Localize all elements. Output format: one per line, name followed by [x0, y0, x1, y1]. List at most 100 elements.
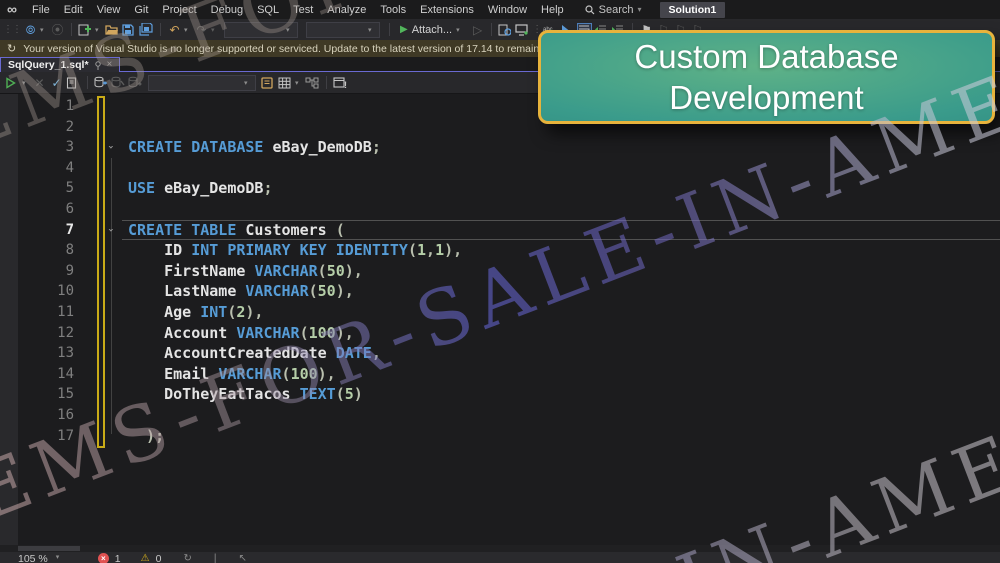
- new-project-button[interactable]: [78, 23, 93, 36]
- query-options-button[interactable]: !: [333, 76, 348, 89]
- estimated-plan-button[interactable]: [305, 77, 320, 89]
- start-attach-button[interactable]: ▶ Attach... ▾: [400, 24, 464, 36]
- code-text: Email VARCHAR(100),: [128, 364, 336, 383]
- menu-help[interactable]: Help: [534, 4, 571, 16]
- results-to-grid-button[interactable]: [278, 77, 293, 89]
- search-icon: [585, 4, 595, 14]
- undo-caret-icon[interactable]: ▾: [184, 26, 192, 34]
- code-line-9[interactable]: 9 FirstName VARCHAR(50),: [0, 261, 1000, 282]
- zoom-level[interactable]: 105 %: [18, 553, 48, 563]
- error-count[interactable]: 1: [115, 553, 121, 563]
- code-lines: 1 2 3 › CREATE DATABASE eBay_DemoDB; 4 5 USE eB…: [0, 96, 1000, 446]
- menu-tools[interactable]: Tools: [373, 4, 413, 16]
- new-project-caret-icon[interactable]: ▾: [95, 26, 103, 34]
- line-number: 2: [65, 118, 74, 135]
- code-line-10[interactable]: 10 LastName VARCHAR(50),: [0, 281, 1000, 302]
- code-text: );: [128, 426, 165, 445]
- tab-label: SqlQuery_1.sql*: [8, 59, 89, 71]
- code-line-15[interactable]: 15 DoTheyEatTacos TEXT(5): [0, 384, 1000, 405]
- parse-query-button[interactable]: ✓: [49, 74, 64, 92]
- zoom-caret-icon[interactable]: ▾: [56, 553, 64, 561]
- code-editor[interactable]: 1 2 3 › CREATE DATABASE eBay_DemoDB; 4 5 USE eB…: [0, 94, 1000, 545]
- code-line-7[interactable]: 7 › CREATE TABLE Customers (: [0, 219, 1000, 241]
- menu-file[interactable]: File: [25, 4, 57, 16]
- menu-extensions[interactable]: Extensions: [413, 4, 481, 16]
- menu-sql[interactable]: SQL: [250, 4, 286, 16]
- menu-debug[interactable]: Debug: [204, 4, 250, 16]
- navigate-back-button[interactable]: ⦾: [23, 21, 38, 39]
- disconnect-database-button[interactable]: [111, 76, 126, 89]
- configuration-dropdown[interactable]: ▾: [224, 21, 298, 38]
- code-line-5[interactable]: 5 USE eBay_DemoDB;: [0, 178, 1000, 199]
- menu-view[interactable]: View: [90, 4, 128, 16]
- menu-analyze[interactable]: Analyze: [320, 4, 373, 16]
- title-bar: ∞ File Edit View Git Project Debug SQL Test Anal…: [0, 0, 1000, 19]
- collapse-chevron-icon[interactable]: ›: [104, 224, 116, 236]
- execute-query-button[interactable]: [5, 76, 20, 89]
- open-query-file-button[interactable]: [66, 76, 81, 89]
- fold-gutter: [74, 405, 128, 426]
- open-file-button[interactable]: [105, 24, 120, 36]
- search-control[interactable]: Search ▾: [585, 4, 646, 16]
- menu-git[interactable]: Git: [127, 4, 155, 16]
- code-text: USE eBay_DemoDB;: [128, 179, 273, 198]
- code-line-17[interactable]: 17 );: [0, 426, 1000, 447]
- new-query-button[interactable]: [261, 76, 276, 89]
- undo-button[interactable]: ↶: [167, 21, 182, 39]
- line-number: 6: [65, 200, 74, 217]
- database-selector-dropdown[interactable]: ▾: [148, 74, 256, 91]
- display-monitor-button[interactable]: [515, 23, 530, 36]
- play-icon: ▶: [400, 24, 408, 35]
- code-line-16[interactable]: 16: [0, 405, 1000, 426]
- menu-window[interactable]: Window: [481, 4, 534, 16]
- line-number: 13: [57, 345, 74, 362]
- fold-gutter: [74, 261, 128, 282]
- collapse-chevron-icon[interactable]: ›: [104, 141, 116, 153]
- code-line-14[interactable]: 14 Email VARCHAR(100),: [0, 364, 1000, 385]
- menu-test[interactable]: Test: [286, 4, 320, 16]
- cancel-query-button[interactable]: ✕: [32, 74, 47, 92]
- line-number: 9: [65, 262, 74, 279]
- fold-gutter: ›: [74, 220, 128, 241]
- arrow-icon[interactable]: ↖: [238, 553, 246, 563]
- redo-caret-icon[interactable]: ▾: [211, 26, 219, 34]
- refresh-icon[interactable]: ↻: [183, 553, 191, 563]
- code-line-6[interactable]: 6: [0, 199, 1000, 220]
- fold-gutter: [74, 96, 128, 117]
- code-line-11[interactable]: 11 Age INT(2),: [0, 302, 1000, 323]
- results-caret-icon[interactable]: ▾: [295, 79, 303, 87]
- code-line-4[interactable]: 4: [0, 158, 1000, 179]
- code-line-8[interactable]: 8 ID INT PRIMARY KEY IDENTITY(1,1),: [0, 240, 1000, 261]
- redo-button[interactable]: ↷: [194, 21, 209, 39]
- scrollbar-thumb[interactable]: [18, 546, 80, 551]
- navigate-back-caret-icon[interactable]: ▾: [40, 26, 48, 34]
- navigate-forward-button[interactable]: ⦿: [50, 21, 65, 39]
- code-line-12[interactable]: 12 Account VARCHAR(100),: [0, 323, 1000, 344]
- code-text: ID INT PRIMARY KEY IDENTITY(1,1),: [128, 241, 463, 260]
- tab-sqlquery[interactable]: SqlQuery_1.sql* ×: [0, 57, 121, 72]
- horizontal-scrollbar[interactable]: [0, 545, 1000, 552]
- save-button[interactable]: [122, 23, 137, 36]
- connect-database-button[interactable]: [94, 76, 109, 89]
- pin-icon[interactable]: [94, 60, 102, 70]
- close-tab-icon[interactable]: ×: [107, 60, 113, 70]
- menu-project[interactable]: Project: [155, 4, 203, 16]
- toolbar-drag-handle[interactable]: ⋮⋮: [3, 24, 22, 35]
- code-line-3[interactable]: 3 › CREATE DATABASE eBay_DemoDB;: [0, 137, 1000, 158]
- start-without-debugging-button[interactable]: ▷: [470, 21, 485, 39]
- line-number: 5: [65, 180, 74, 197]
- save-all-button[interactable]: [139, 23, 154, 36]
- execute-caret-icon[interactable]: ▾: [22, 79, 30, 87]
- menu-edit[interactable]: Edit: [57, 4, 90, 16]
- fold-gutter: [74, 281, 128, 302]
- platform-dropdown[interactable]: ▾: [306, 21, 380, 38]
- line-number: 10: [57, 283, 74, 300]
- solution-badge[interactable]: Solution1: [659, 1, 726, 18]
- file-properties-button[interactable]: [498, 24, 513, 36]
- search-caret-icon: ▾: [637, 5, 642, 14]
- code-line-13[interactable]: 13 AccountCreatedDate DATE,: [0, 343, 1000, 364]
- change-connection-button[interactable]: [128, 76, 143, 89]
- fold-gutter: [74, 384, 128, 405]
- warning-count[interactable]: 0: [156, 553, 162, 563]
